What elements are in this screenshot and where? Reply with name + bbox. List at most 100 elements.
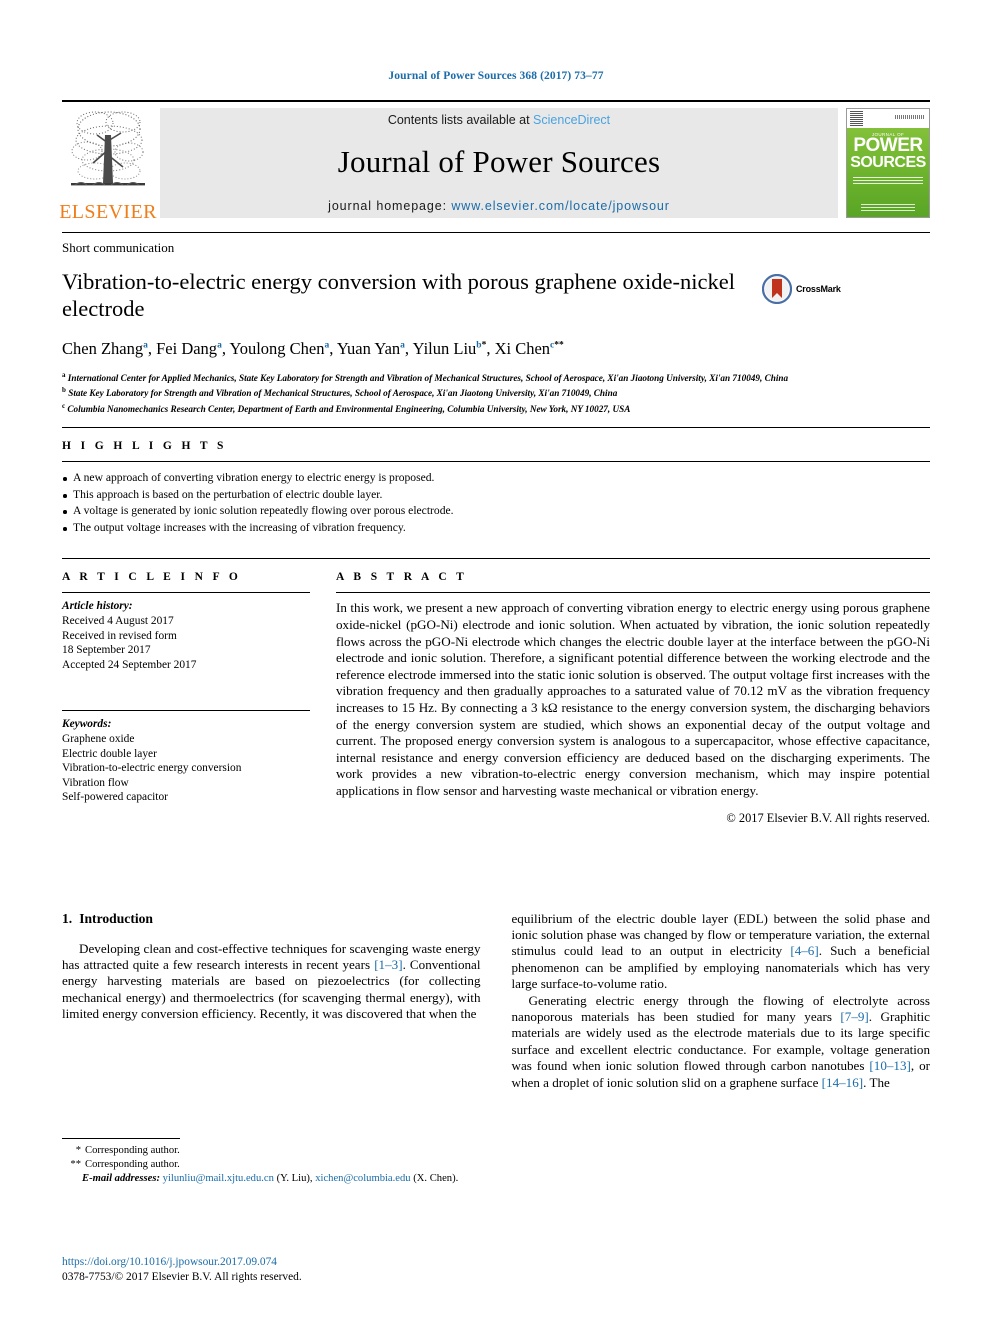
section-title: Introduction — [79, 910, 153, 926]
crossmark-badge[interactable]: CrossMark — [762, 274, 841, 304]
highlights-rule — [62, 461, 930, 463]
email-link-chen[interactable]: xichen@columbia.edu — [315, 1173, 410, 1184]
title-row: Vibration-to-electric energy conversion … — [62, 268, 930, 322]
email-addresses-label: E-mail addresses: — [82, 1173, 160, 1184]
affiliation-mark: c — [62, 401, 66, 410]
author-name: Yuan Yan — [336, 339, 401, 358]
paragraph: Developing clean and cost-effective tech… — [62, 941, 481, 1023]
paragraph: equilibrium of the electric double layer… — [512, 911, 931, 993]
keyword-item: Self-powered capacitor — [62, 791, 168, 804]
abstract-heading: A B S T R A C T — [336, 571, 468, 584]
email-link-liu[interactable]: yilunliu@mail.xjtu.edu.cn — [163, 1173, 274, 1184]
info-abstract-block: A R T I C L E I N F O Article history: R… — [62, 558, 930, 825]
footnote-emails: E-mail addresses: yilunliu@mail.xjtu.edu… — [82, 1173, 459, 1184]
citation-ref[interactable]: [14–16] — [822, 1075, 863, 1090]
author-item: Fei Danga — [156, 339, 222, 358]
abstract-text: In this work, we present a new approach … — [336, 600, 930, 798]
crossmark-label: CrossMark — [796, 284, 841, 294]
contents-available-line: Contents lists available at ScienceDirec… — [388, 113, 610, 127]
copyright-line: © 2017 Elsevier B.V. All rights reserved… — [726, 810, 930, 825]
cover-title-line2: SOURCES — [850, 154, 926, 171]
masthead-banner: Contents lists available at ScienceDirec… — [160, 108, 838, 218]
footnote-rule — [62, 1138, 180, 1139]
masthead-bottom-rule — [62, 232, 930, 233]
doi-link[interactable]: https://doi.org/10.1016/j.jpowsour.2017.… — [62, 1255, 522, 1270]
body-columns: 1. Introduction Developing clean and cost… — [62, 911, 930, 1091]
affiliation-item: b State Key Laboratory for Strength and … — [62, 384, 930, 399]
sciencedirect-link[interactable]: ScienceDirect — [533, 113, 610, 127]
affiliation-list: a International Center for Applied Mecha… — [62, 369, 930, 415]
author-affil-mark: a — [400, 340, 405, 351]
author-item: Youlong Chena — [229, 339, 329, 358]
author-list: Chen Zhanga, Fei Danga, Youlong Chena, Y… — [62, 339, 564, 358]
article-info-heading: A R T I C L E I N F O — [62, 571, 242, 584]
body-column-right: equilibrium of the electric double layer… — [512, 911, 931, 1091]
keyword-item: Vibration flow — [62, 776, 129, 789]
affiliation-item: c Columbia Nanomechanics Research Center… — [62, 400, 930, 415]
footnote-text: Corresponding author. — [85, 1145, 180, 1156]
cover-issn-text — [895, 115, 925, 119]
highlights-top-rule — [62, 427, 930, 429]
history-line: Accepted 24 September 2017 — [62, 658, 197, 671]
email-owner-liu: (Y. Liu) — [276, 1173, 310, 1184]
keywords-label: Keywords: — [62, 718, 112, 731]
affiliation-text: State Key Laboratory for Strength and Vi… — [68, 388, 618, 399]
article-history: Article history: Received 4 August 2017 … — [62, 599, 310, 672]
citation-ref[interactable]: [4–6] — [790, 943, 818, 958]
cover-title-line1: POWER — [853, 135, 923, 156]
corresponding-mark: ** — [554, 340, 564, 351]
affiliation-text: International Center for Applied Mechani… — [67, 373, 789, 384]
elsevier-tree-icon — [71, 111, 145, 186]
footnote-text: Corresponding author. — [85, 1159, 180, 1170]
elsevier-logo: ELSEVIER — [59, 102, 157, 224]
author-name: Xi Chen — [494, 339, 551, 358]
keyword-item: Graphene oxide — [62, 732, 135, 745]
affiliation-text: Columbia Nanomechanics Research Center, … — [67, 404, 631, 414]
page-title: Vibration-to-electric energy conversion … — [62, 269, 736, 321]
list-item: This approach is based on the perturbati… — [62, 487, 930, 504]
history-line: Received in revised form — [62, 629, 177, 642]
author-name: Youlong Chen — [229, 339, 325, 358]
homepage-prefix: journal homepage: — [328, 199, 452, 213]
keywords-rule — [62, 710, 310, 712]
email-owner-chen: (X. Chen). — [413, 1173, 459, 1184]
running-head: Journal of Power Sources 368 (2017) 73–7… — [388, 70, 604, 82]
article-info-column: A R T I C L E I N F O Article history: R… — [62, 559, 310, 825]
author-affil-mark: a — [217, 340, 222, 351]
footer-block: https://doi.org/10.1016/j.jpowsour.2017.… — [62, 1255, 522, 1285]
author-item: Xi Chenc** — [495, 339, 564, 358]
affiliation-mark: b — [62, 386, 66, 395]
highlights-list: A new approach of converting vibration e… — [62, 470, 930, 536]
crossmark-icon — [762, 274, 792, 304]
cover-footer-lines — [861, 204, 915, 211]
footnote-block: * Corresponding author. ** Corresponding a… — [62, 1138, 492, 1186]
keywords-block: Keywords: Graphene oxide Electric double… — [62, 717, 310, 805]
body-column-left: 1. Introduction Developing clean and cost… — [62, 911, 481, 1091]
author-item: Yuan Yana — [337, 339, 405, 358]
history-line: 18 September 2017 — [62, 644, 151, 657]
elsevier-wordmark: ELSEVIER — [59, 201, 157, 223]
author-affil-mark: a — [143, 340, 148, 351]
cover-title: POWER SOURCES — [847, 135, 929, 171]
paragraph: Generating electric energy through the f… — [512, 993, 931, 1091]
citation-ref[interactable]: [1–3] — [374, 957, 402, 972]
journal-cover-thumbnail: JOURNAL OF POWER SOURCES — [846, 108, 930, 218]
contents-prefix: Contents lists available at — [387, 113, 534, 127]
history-line: Received 4 August 2017 — [62, 615, 174, 627]
article-info-rule — [62, 592, 310, 594]
list-item: A voltage is generated by ionic solution… — [62, 503, 930, 520]
corresponding-mark: * — [481, 340, 487, 351]
issn-copyright-line: 0378-7753/© 2017 Elsevier B.V. All right… — [62, 1271, 302, 1283]
abstract-rule — [336, 592, 930, 594]
author-item: Yilun Liub* — [413, 339, 487, 358]
homepage-url-link[interactable]: www.elsevier.com/locate/jpowsour — [451, 199, 669, 213]
citation-ref[interactable]: [7–9] — [840, 1009, 868, 1024]
keyword-item: Electric double layer — [62, 747, 157, 760]
footnote-mark: * — [75, 1145, 81, 1156]
footnote-corresponding-1: * Corresponding author. — [62, 1144, 492, 1158]
citation-ref[interactable]: [10–13] — [869, 1058, 910, 1073]
section-heading-introduction: 1. Introduction — [62, 911, 481, 927]
article-history-label: Article history: — [62, 600, 133, 613]
article-page: Journal of Power Sources 368 (2017) 73–7… — [0, 0, 992, 1323]
